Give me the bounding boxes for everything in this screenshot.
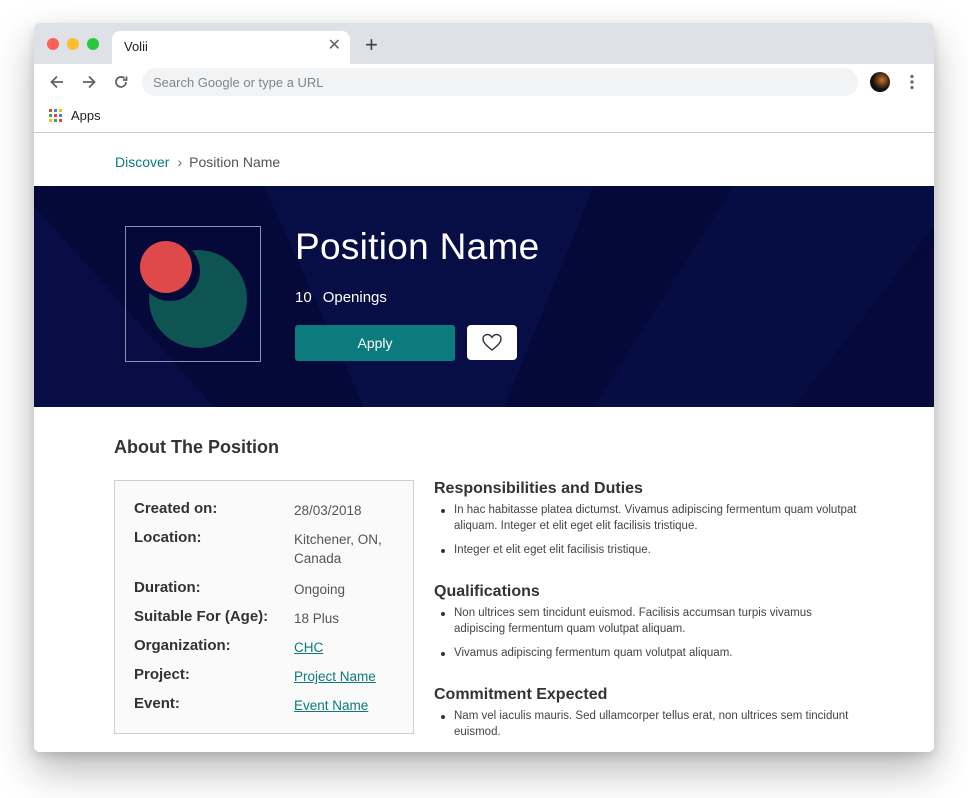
detail-label: Suitable For (Age): [134,608,269,625]
tab-strip: Volii ✕ + [34,23,934,64]
detail-label: Created on: [134,500,218,517]
bookmarks-bar: Apps [34,100,934,133]
list-item: Non ultrices sem tincidunt euismod. Faci… [434,606,864,637]
commitment-section: Commitment Expected Nam vel iaculis maur… [434,686,864,740]
chevron-right-icon: › [177,154,183,170]
breadcrumb-discover-link[interactable]: Discover [115,154,169,170]
detail-value: Ongoing [294,582,346,597]
apps-label: Apps [71,108,101,123]
about-heading: About The Position [114,437,279,457]
browser-tab[interactable]: Volii ✕ [112,31,350,64]
section-title: Qualifications [434,583,540,600]
event-link[interactable]: Event Name [294,696,368,715]
page-content: Discover › Position Name Position Name 10 O… [34,133,934,752]
detail-label: Duration: [134,579,201,596]
heart-icon [482,333,502,351]
openings-info: 10 Openings [295,289,387,306]
favorite-button[interactable] [467,325,517,360]
forward-icon[interactable] [79,72,99,92]
organization-link[interactable]: CHC [294,638,323,657]
back-icon[interactable] [47,72,67,92]
more-vert-icon[interactable] [902,72,922,92]
window-close-dot[interactable] [47,38,59,50]
browser-window: Volii ✕ + Search Google or type a URL Ap… [34,23,934,752]
detail-label: Location: [134,529,202,546]
openings-count: 10 [295,289,312,306]
detail-value: 28/03/2018 [294,503,362,518]
close-icon[interactable]: ✕ [328,36,341,56]
list-item: In hac habitasse platea dictumst. Vivamu… [434,503,864,534]
responsibilities-section: Responsibilities and Duties In hac habit… [434,480,864,559]
hero-banner: Position Name 10 Openings Apply [34,186,934,407]
position-details-card: Created on: 28/03/2018 Location: Kitchen… [114,480,414,734]
window-minimize-dot[interactable] [67,38,79,50]
list-item: Nam vel iaculis mauris. Sed ullamcorper … [434,709,864,740]
breadcrumb: Discover › Position Name [115,154,280,170]
window-zoom-dot[interactable] [87,38,99,50]
address-bar-placeholder: Search Google or type a URL [153,75,324,90]
project-link[interactable]: Project Name [294,667,376,686]
profile-avatar[interactable] [870,72,890,92]
organization-logo [125,226,261,362]
detail-label: Event: [134,695,180,712]
list-item: Integer et elit eget elit facilisis tris… [434,543,864,559]
plus-icon[interactable]: + [365,34,378,56]
qualifications-section: Qualifications Non ultrices sem tincidun… [434,583,864,662]
address-bar[interactable]: Search Google or type a URL [142,68,858,96]
position-title: Position Name [295,226,540,267]
breadcrumb-current: Position Name [189,154,281,170]
apps-grid-icon [49,109,63,123]
detail-value: Kitchener, ON, Canada [294,532,382,566]
section-title: Responsibilities and Duties [434,480,643,497]
reload-icon[interactable] [111,72,131,92]
tab-title: Volii [124,39,148,54]
list-item: Vivamus adipiscing fermentum quam volutp… [434,646,864,662]
detail-value: 18 Plus [294,611,340,626]
apply-button[interactable]: Apply [295,325,455,361]
detail-label: Organization: [134,637,231,654]
openings-label: Openings [322,289,387,306]
browser-toolbar: Search Google or type a URL [34,64,934,100]
section-title: Commitment Expected [434,686,608,703]
detail-label: Project: [134,666,190,683]
